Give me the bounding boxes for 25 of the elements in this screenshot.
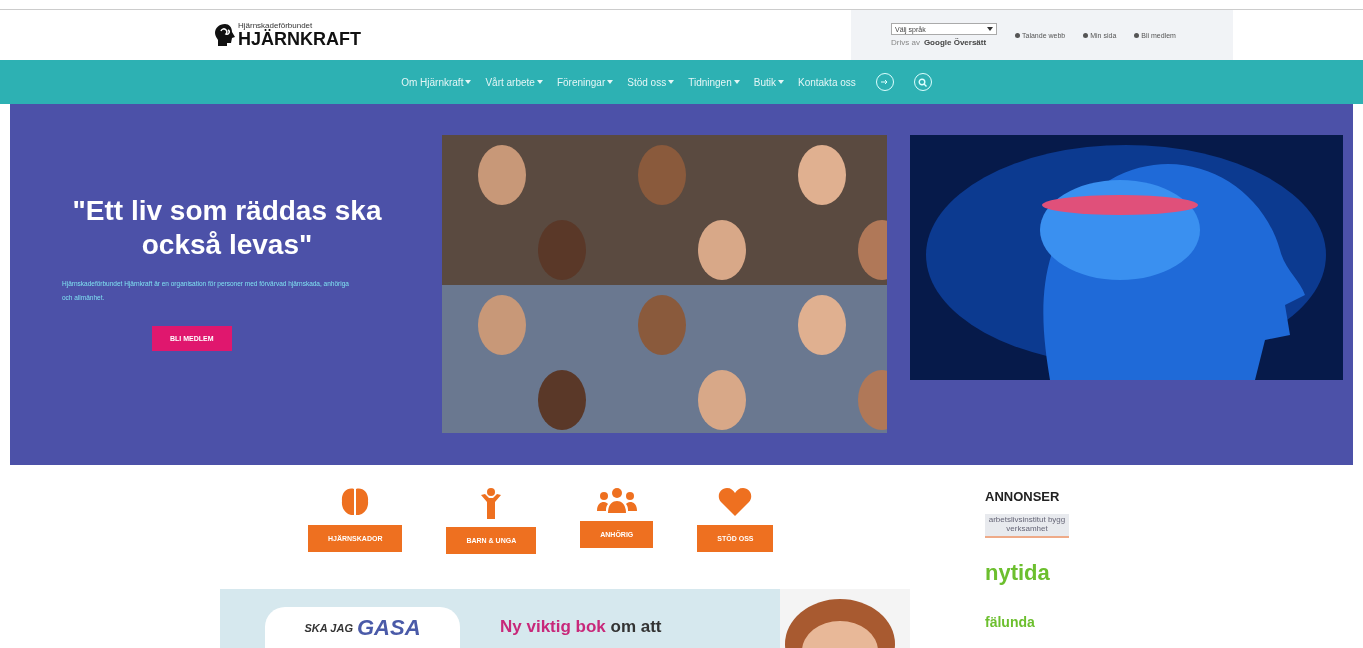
banner-headline: Ny viktig bok om att bbox=[500, 617, 662, 637]
ad-logo[interactable]: nytida bbox=[985, 559, 1050, 586]
heart-icon bbox=[718, 487, 753, 517]
nav-item[interactable]: Tidningen bbox=[688, 76, 740, 88]
ads-title: ANNONSER bbox=[985, 489, 1060, 504]
bullet-icon bbox=[1134, 32, 1140, 38]
nav-item[interactable]: Föreningar bbox=[556, 76, 614, 88]
nav-item[interactable]: Om Hjärnkraft bbox=[401, 76, 472, 88]
translate-brand: Google Översätt bbox=[923, 38, 987, 47]
child-icon bbox=[479, 487, 504, 519]
caret-icon bbox=[987, 27, 993, 31]
bullet-icon bbox=[1015, 32, 1020, 38]
ad-logo[interactable]: fälunda bbox=[985, 613, 1035, 630]
translate-note: Drivs av bbox=[891, 38, 920, 47]
people-icon bbox=[596, 487, 637, 513]
nav-item[interactable]: Butik bbox=[753, 76, 784, 88]
logo-title: HJÄRNKRAFT bbox=[238, 30, 361, 48]
hero-heading: "Ett liv som räddas ska också levas" bbox=[71, 194, 383, 262]
nav-item[interactable]: Vårt arbete bbox=[485, 76, 543, 88]
nav-item[interactable]: Stöd oss bbox=[627, 76, 675, 88]
ad-logo[interactable]: arbetslivsinstitut bygg verksamhet bbox=[985, 514, 1069, 538]
logo-subtitle: Hjärnskadeförbundet bbox=[238, 22, 313, 30]
nav-item[interactable]: Kontakta oss bbox=[798, 76, 856, 88]
head-logo-icon bbox=[215, 24, 235, 46]
bullet-icon bbox=[1083, 32, 1089, 38]
